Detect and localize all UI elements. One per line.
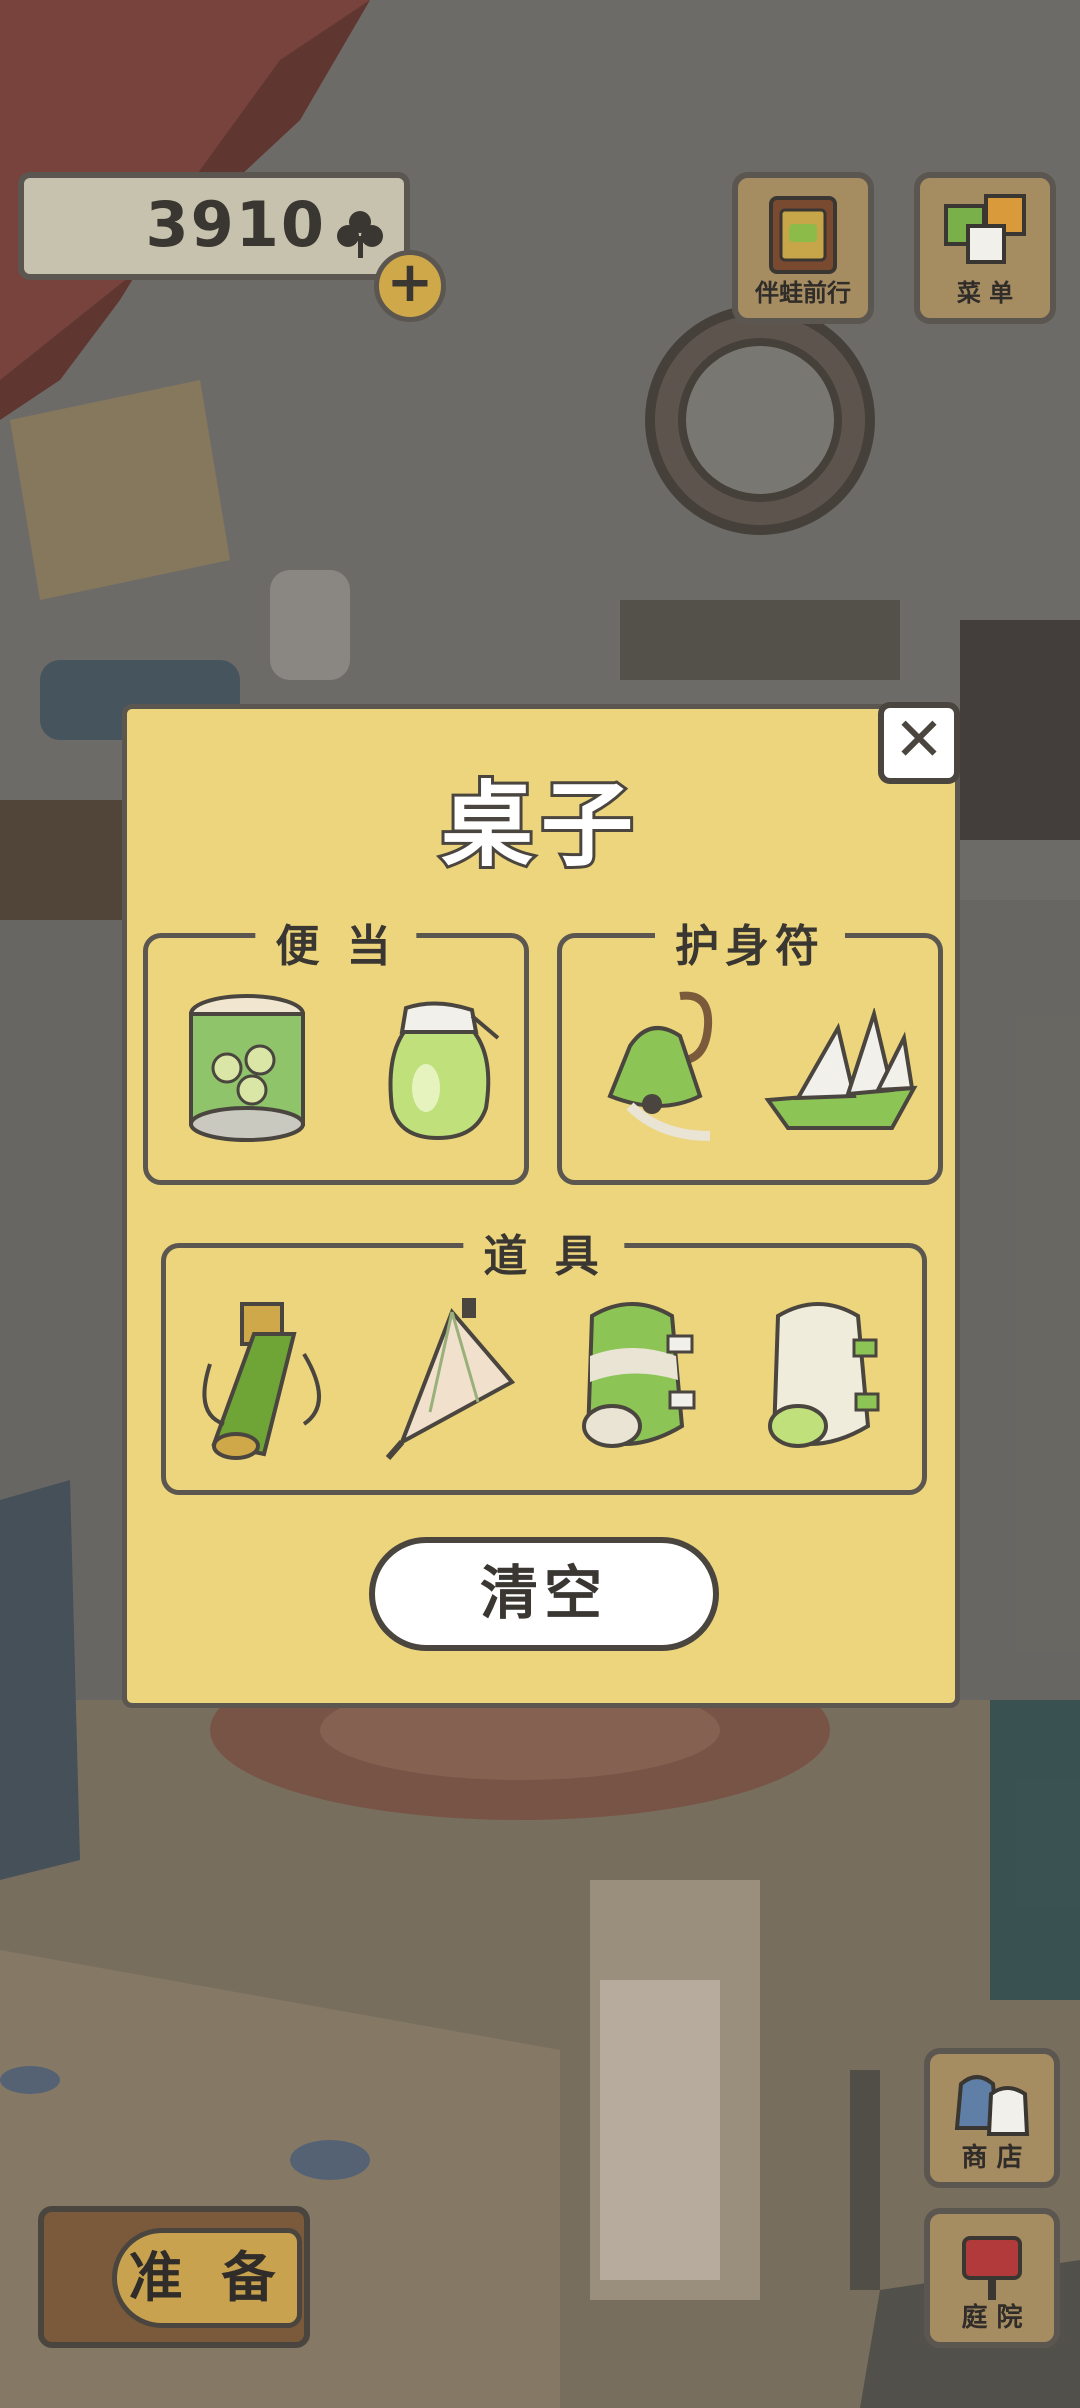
clover-icon (337, 211, 383, 258)
canned-food-icon[interactable] (182, 990, 312, 1150)
ready-label: 准 备 (112, 2228, 302, 2328)
menu-cards-icon (944, 194, 1026, 264)
currency-panel: 3910 (18, 172, 410, 280)
bento-group-title: 便 当 (255, 910, 417, 974)
bento-group: 便 当 (143, 910, 529, 1185)
white-bedroll-icon[interactable] (758, 1296, 888, 1456)
shop-label: 商 店 (961, 2143, 1023, 2173)
bamboo-flask-icon[interactable] (194, 1294, 334, 1464)
menu-button[interactable]: 菜 单 (914, 172, 1056, 324)
bell-charm-icon[interactable] (590, 986, 740, 1156)
green-bedroll-icon[interactable] (572, 1296, 702, 1456)
add-currency-button[interactable]: + (374, 250, 446, 322)
table-modal: 桌子 便 当 护身符 道 具 清空 (122, 704, 960, 1708)
tools-group-title: 道 具 (463, 1220, 625, 1284)
garden-label: 庭 院 (961, 2303, 1023, 2333)
modal-title: 桌子 (438, 769, 641, 882)
mailbox-icon (962, 2236, 1022, 2300)
currency-amount: 3910 (145, 188, 326, 261)
shop-bag-icon (954, 2075, 1030, 2136)
close-button[interactable]: ✕ (878, 702, 960, 784)
ready-button[interactable]: 准 备 (38, 2206, 310, 2348)
menu-label: 菜 单 (956, 279, 1014, 307)
garden-button[interactable]: 庭 院 (924, 2208, 1060, 2348)
paper-boat-icon[interactable] (758, 1008, 924, 1138)
travel-with-frog-button[interactable]: 伴蛙前行 (732, 172, 874, 324)
clear-button[interactable]: 清空 (369, 1537, 719, 1651)
book-icon (769, 196, 837, 274)
travel-with-frog-label: 伴蛙前行 (755, 279, 851, 307)
shop-button[interactable]: 商 店 (924, 2048, 1060, 2188)
paper-umbrella-icon[interactable] (382, 1292, 522, 1462)
tools-group: 道 具 (161, 1220, 927, 1495)
jar-drink-icon[interactable] (376, 998, 506, 1148)
amulet-group: 护身符 (557, 910, 943, 1185)
amulet-group-title: 护身符 (655, 910, 845, 974)
